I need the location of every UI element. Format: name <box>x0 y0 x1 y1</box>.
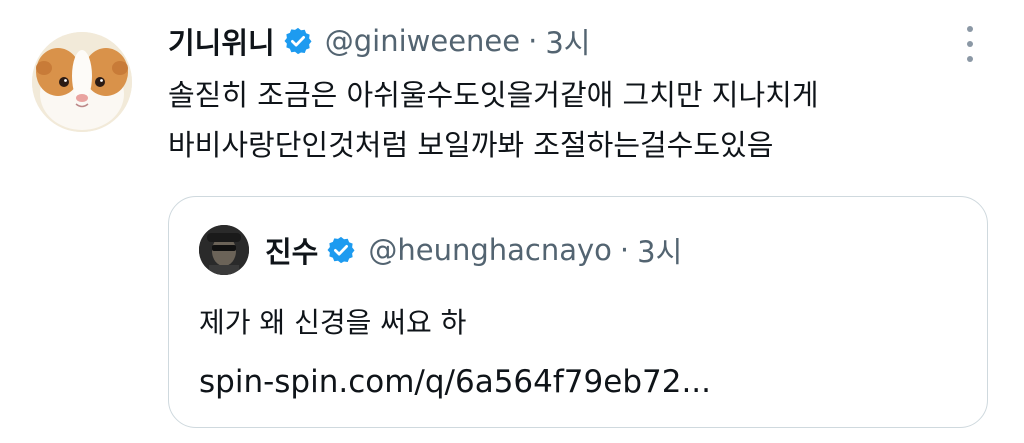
tweet-header: 기니위니 @giniweenee · 3시 <box>168 18 590 64</box>
tweet-text: 솔짇히 조금은 아쉬울수도잇을거같애 그치만 지나치게 바비사랑단인것처럼 보일… <box>168 70 1008 170</box>
quoted-tweet-timestamp[interactable]: 3시 <box>637 229 682 271</box>
quoted-author-name[interactable]: 진수 <box>265 229 318 271</box>
guinea-pig-avatar-image <box>32 32 132 132</box>
tweet-text-line: 바비사랑단인것처럼 보일까봐 조절하는걸수도있음 <box>168 128 774 162</box>
quoted-tweet-text: 제가 왜 신경을 써요 하 <box>199 306 467 339</box>
author-avatar[interactable] <box>32 32 132 132</box>
quoted-tweet-header: 진수 @heunghacnayo · 3시 <box>265 227 682 273</box>
author-handle[interactable]: @giniweenee <box>325 24 520 58</box>
quoted-author-handle[interactable]: @heunghacnayo <box>368 233 612 267</box>
quoted-avatar-image <box>199 225 249 275</box>
quoted-tweet-link[interactable]: spin-spin.com/q/6a564f79eb72... <box>199 359 711 405</box>
tweet-timestamp[interactable]: 3시 <box>545 20 590 62</box>
separator-dot: · <box>619 233 630 267</box>
author-name[interactable]: 기니위니 <box>168 20 275 62</box>
separator-dot: · <box>528 24 538 58</box>
verified-badge-icon <box>283 26 313 56</box>
more-options-icon[interactable] <box>958 26 982 62</box>
tweet-text-line: 솔짇히 조금은 아쉬울수도잇을거같애 그치만 지나치게 <box>168 78 819 112</box>
verified-badge-icon <box>326 235 356 265</box>
quoted-author-avatar[interactable] <box>199 225 249 275</box>
quoted-tweet-card[interactable]: 진수 @heunghacnayo · 3시 제가 왜 신경을 써요 하 spin… <box>168 196 988 428</box>
